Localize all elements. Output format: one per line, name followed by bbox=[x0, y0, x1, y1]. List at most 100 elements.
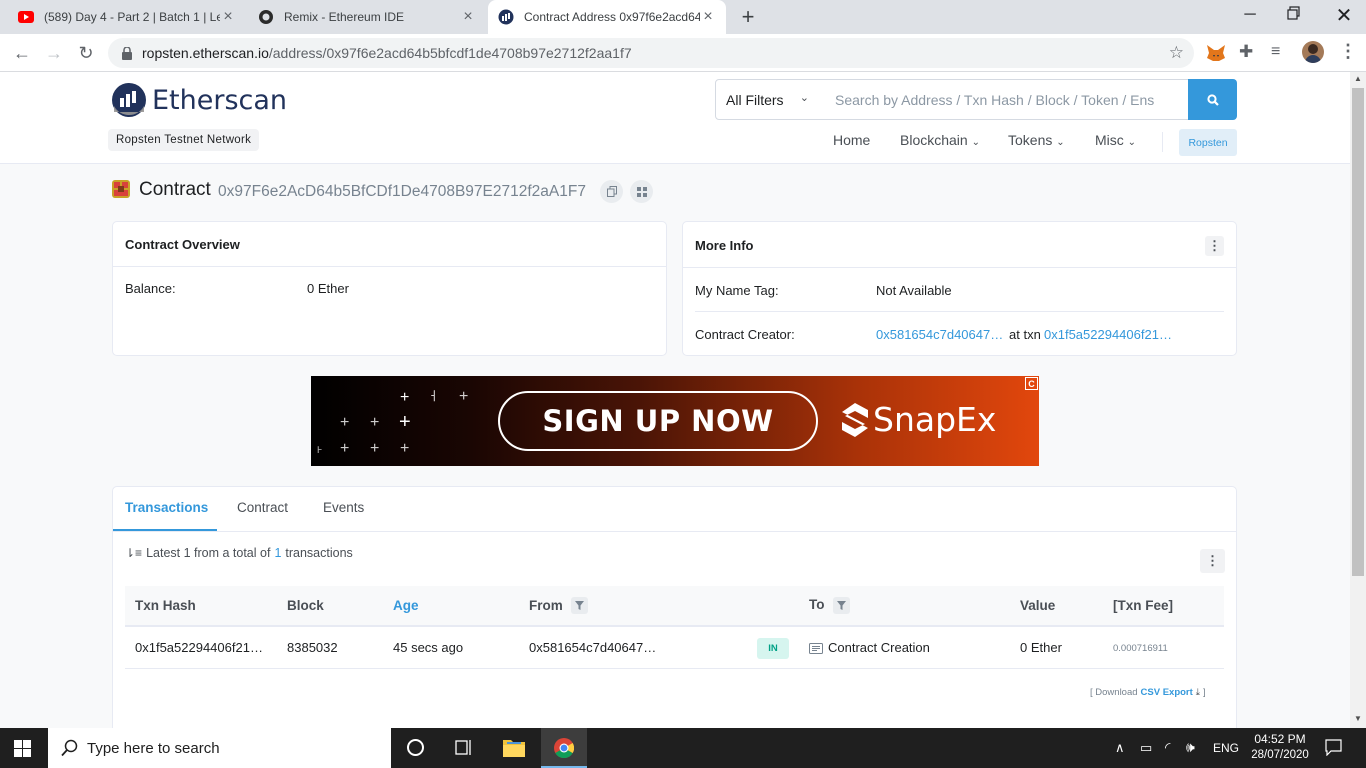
browser-tab-youtube[interactable]: (589) Day 4 - Part 2 | Batch 1 | Let × bbox=[8, 0, 246, 34]
windows-taskbar: Type here to search ∧ ▭ ◜ 🕪 ENG 04:52 PM… bbox=[0, 728, 1366, 768]
from-address-link[interactable]: 0x581654c7d40647… bbox=[529, 640, 656, 655]
clock-date[interactable]: 28/07/2020 bbox=[1249, 749, 1311, 761]
battery-icon[interactable]: ▭ bbox=[1140, 740, 1152, 756]
tab-transactions[interactable]: Transactions bbox=[125, 500, 208, 515]
contract-creation-icon bbox=[809, 641, 823, 659]
browser-tab-strip: (589) Day 4 - Part 2 | Batch 1 | Let × R… bbox=[0, 0, 1366, 34]
col-from: From bbox=[529, 598, 563, 613]
page-title: Contract bbox=[139, 179, 211, 200]
chrome-taskbar-button[interactable] bbox=[541, 728, 587, 768]
close-window-icon[interactable]: ✕ bbox=[1334, 3, 1354, 28]
clock-time[interactable]: 04:52 PM bbox=[1252, 732, 1308, 746]
tab-contract[interactable]: Contract bbox=[237, 500, 288, 515]
windows-start-icon[interactable] bbox=[14, 740, 31, 762]
creator-txn-link[interactable]: 0x1f5a52294406f21… bbox=[1044, 327, 1172, 342]
chrome-menu-icon[interactable]: ⋮ bbox=[1339, 41, 1357, 62]
search-button[interactable] bbox=[1188, 79, 1237, 120]
minimize-icon[interactable]: ─ bbox=[1240, 6, 1260, 24]
creator-label: Contract Creator: bbox=[695, 327, 795, 342]
search-icon bbox=[1206, 93, 1219, 106]
url-host: ropsten.etherscan.io bbox=[142, 45, 269, 61]
txn-fee: 0.000716911 bbox=[1113, 643, 1168, 654]
browser-tab-etherscan[interactable]: Contract Address 0x97f6e2acd64 × bbox=[488, 0, 726, 34]
bookmark-star-icon[interactable]: ☆ bbox=[1169, 43, 1184, 63]
creator-address-link[interactable]: 0x581654c7d40647… bbox=[876, 327, 1003, 342]
restore-icon[interactable] bbox=[1287, 6, 1307, 22]
close-tab-icon[interactable]: × bbox=[460, 8, 476, 26]
summary-count[interactable]: 1 bbox=[274, 546, 281, 560]
tab-events[interactable]: Events bbox=[323, 500, 364, 515]
taskbar-search-box[interactable]: Type here to search bbox=[48, 728, 391, 768]
logo-text: Etherscan bbox=[152, 84, 288, 116]
decor-plus: + bbox=[400, 440, 410, 457]
summary-prefix: Latest 1 from a total of bbox=[146, 546, 271, 560]
block-link[interactable]: 8385032 bbox=[287, 640, 338, 655]
ad-banner[interactable]: + ˧ + + + + ˫ + + + SIGN UP NOW SnapEx C bbox=[311, 376, 1039, 466]
decor-plus: + bbox=[340, 414, 350, 431]
row-divider bbox=[125, 668, 1224, 669]
snapex-brand: SnapEx bbox=[873, 400, 997, 439]
volume-icon[interactable]: 🕪 bbox=[1186, 739, 1195, 756]
etherscan-logo-icon bbox=[112, 83, 146, 117]
more-info-card: More Info ⋮ My Name Tag: Not Available C… bbox=[682, 221, 1237, 356]
browser-tab-remix[interactable]: Remix - Ethereum IDE × bbox=[248, 0, 486, 34]
txn-hash-link[interactable]: 0x1f5a52294406f21… bbox=[135, 640, 263, 655]
table-options-icon[interactable]: ⋮ bbox=[1200, 549, 1225, 573]
qr-code-button[interactable] bbox=[630, 180, 653, 203]
search-input[interactable]: Search by Address / Txn Hash / Block / T… bbox=[823, 79, 1189, 120]
tab-title: (589) Day 4 - Part 2 | Batch 1 | Let bbox=[44, 10, 220, 24]
scroll-thumb[interactable] bbox=[1352, 88, 1364, 576]
etherscan-logo[interactable]: Etherscan bbox=[111, 82, 287, 118]
to-filter-icon[interactable] bbox=[833, 597, 850, 614]
ad-choices-badge[interactable]: C bbox=[1025, 377, 1038, 390]
contract-overview-card: Contract Overview Balance: 0 Ether bbox=[112, 221, 667, 356]
col-txn-fee: [Txn Fee] bbox=[1113, 598, 1174, 613]
from-filter-icon[interactable] bbox=[571, 597, 588, 614]
nav-blockchain[interactable]: Blockchain ⌄ bbox=[900, 132, 980, 148]
network-switch-button[interactable]: Ropsten bbox=[1179, 129, 1237, 156]
ad-signup-button[interactable]: SIGN UP NOW bbox=[498, 391, 818, 451]
new-tab-icon[interactable]: + bbox=[736, 4, 760, 30]
wifi-icon[interactable]: ◜ bbox=[1165, 739, 1170, 756]
file-explorer-icon[interactable] bbox=[503, 738, 525, 762]
language-indicator[interactable]: ENG bbox=[1213, 741, 1239, 755]
nav-misc[interactable]: Misc ⌄ bbox=[1095, 132, 1136, 148]
scroll-up-icon[interactable]: ▲ bbox=[1354, 74, 1362, 83]
taskbar-search-placeholder: Type here to search bbox=[87, 739, 220, 757]
search-filter-select[interactable]: All Filters ⌄ bbox=[715, 79, 824, 120]
address-bar[interactable]: ropsten.etherscan.io/address/0x97f6e2acd… bbox=[108, 38, 1194, 68]
name-tag-label: My Name Tag: bbox=[695, 283, 779, 298]
notifications-icon[interactable] bbox=[1325, 739, 1342, 761]
copy-address-button[interactable] bbox=[600, 180, 623, 203]
scroll-down-icon[interactable]: ▼ bbox=[1354, 714, 1362, 723]
col-to: To bbox=[809, 597, 825, 612]
txn-age: 45 secs ago bbox=[393, 640, 464, 655]
metamask-icon[interactable] bbox=[1206, 44, 1226, 64]
show-hidden-icons[interactable]: ∧ bbox=[1115, 740, 1125, 756]
forward-icon[interactable]: → bbox=[41, 40, 67, 66]
media-control-icon[interactable]: ≡ bbox=[1271, 43, 1280, 61]
filter-label: All Filters bbox=[726, 91, 784, 108]
network-badge: Ropsten Testnet Network bbox=[108, 129, 260, 151]
profile-avatar[interactable] bbox=[1302, 41, 1324, 63]
close-tab-icon[interactable]: × bbox=[700, 8, 716, 26]
more-options-icon[interactable]: ⋮ bbox=[1205, 236, 1224, 256]
nav-tokens[interactable]: Tokens ⌄ bbox=[1008, 132, 1065, 148]
cortana-icon[interactable] bbox=[407, 739, 424, 756]
back-icon[interactable]: ← bbox=[9, 40, 35, 66]
decor-plus: + bbox=[370, 414, 380, 431]
direction-badge: IN bbox=[757, 638, 789, 659]
contract-address: 0x97F6e2AcD64b5BfCDf1De4708B97E2712f2aA1… bbox=[218, 183, 586, 200]
search-icon bbox=[61, 739, 78, 757]
close-tab-icon[interactable]: × bbox=[220, 8, 236, 26]
csv-export-link[interactable]: CSV Export bbox=[1141, 687, 1193, 698]
col-age[interactable]: Age bbox=[393, 598, 419, 613]
youtube-icon bbox=[18, 11, 34, 23]
chevron-down-icon: ⌄ bbox=[799, 92, 809, 104]
reload-icon[interactable]: ↻ bbox=[73, 40, 99, 66]
browser-toolbar: ← → ↻ ropsten.etherscan.io/address/0x97f… bbox=[0, 34, 1366, 72]
nav-home[interactable]: Home bbox=[833, 132, 870, 148]
extensions-icon[interactable]: ✚ bbox=[1239, 42, 1253, 62]
task-view-icon[interactable] bbox=[455, 739, 473, 761]
page-scrollbar[interactable]: ▲ ▼ bbox=[1350, 72, 1366, 728]
